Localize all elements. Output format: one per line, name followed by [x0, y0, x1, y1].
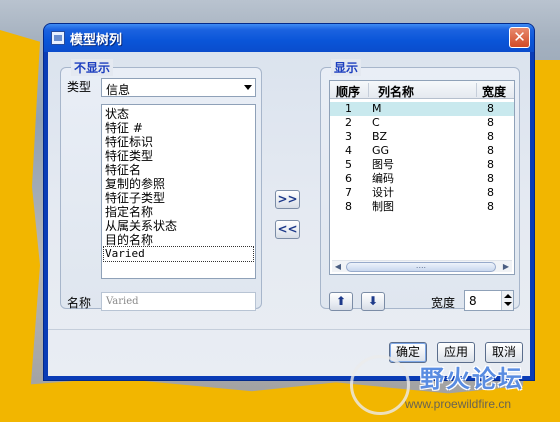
list-item[interactable]: 从属关系状态 — [105, 219, 177, 233]
cell-order: 6 — [345, 172, 352, 185]
list-item[interactable]: 特征标识 — [105, 135, 153, 149]
window-title: 模型树列 — [70, 33, 123, 48]
cell-width: 8 — [487, 144, 494, 157]
table-row[interactable]: 4 GG 8 — [330, 144, 514, 158]
list-item-selected[interactable]: Varied — [103, 246, 254, 262]
title-bar[interactable]: 模型树列 ✕ — [44, 24, 534, 52]
cell-width: 8 — [487, 186, 494, 199]
list-item[interactable]: 状态 — [105, 107, 129, 121]
name-field[interactable]: Varied — [101, 292, 256, 311]
shown-group-legend: 显示 — [331, 59, 362, 76]
watermark-url: www.proewildfire.cn — [405, 397, 512, 411]
close-icon: ✕ — [513, 28, 526, 46]
type-label: 类型 — [67, 80, 92, 94]
width-spinner-value: 8 — [469, 294, 477, 308]
name-label: 名称 — [67, 296, 92, 310]
add-column-button[interactable]: >> — [275, 190, 300, 209]
hidden-group-legend: 不显示 — [71, 59, 114, 76]
hidden-columns-group: 不显示 类型 信息 状态 特征 # 特征标识 特征类型 特征名 复制的参照 特征… — [60, 59, 262, 311]
table-row[interactable]: 6 编码 8 — [330, 172, 514, 186]
scroll-grip: .... — [415, 261, 427, 270]
close-button[interactable]: ✕ — [509, 27, 530, 48]
arrow-up-icon: ⬆ — [335, 294, 347, 308]
cell-width: 8 — [487, 200, 494, 213]
scrollbar-thumb[interactable]: .... — [346, 262, 496, 272]
table-header: 顺序 列名称 宽度 — [330, 81, 514, 99]
column-header-name[interactable]: 列名称 — [378, 83, 414, 100]
cell-order: 4 — [345, 144, 352, 157]
table-row[interactable]: 8 制图 8 — [330, 200, 514, 214]
column-divider[interactable] — [476, 83, 477, 97]
cell-order: 2 — [345, 116, 352, 129]
watermark-title: 野火论坛 — [420, 365, 524, 393]
arrow-down-icon: ⬇ — [367, 294, 379, 308]
spin-up-icon[interactable] — [504, 294, 512, 298]
cell-order: 7 — [345, 186, 352, 199]
cell-name: 设计 — [372, 186, 394, 199]
remove-column-button[interactable]: << — [275, 220, 300, 239]
table-row[interactable]: 3 BZ 8 — [330, 130, 514, 144]
move-down-button[interactable]: ⬇ — [361, 292, 385, 311]
separator — [48, 329, 530, 330]
cell-order: 3 — [345, 130, 352, 143]
chevron-right-icon[interactable]: ▶ — [501, 262, 511, 272]
type-select[interactable]: 信息 — [101, 78, 256, 97]
chevron-down-icon — [244, 85, 252, 90]
table-row[interactable]: 1 M 8 — [330, 102, 514, 116]
cell-name: BZ — [372, 130, 388, 143]
butterfly-logo-icon — [350, 355, 410, 415]
list-item[interactable]: 特征 # — [105, 121, 143, 135]
move-up-button[interactable]: ⬆ — [329, 292, 353, 311]
model-tree-columns-dialog: 模型树列 ✕ 不显示 类型 信息 状态 特征 # 特征标识 特征类型 特征名 复… — [44, 24, 534, 380]
shown-columns-group: 显示 顺序 列名称 宽度 1 M 8 2 C 8 3 BZ 8 4 GG 8 5… — [320, 59, 520, 311]
cell-name: M — [372, 102, 382, 115]
cell-order: 8 — [345, 200, 352, 213]
name-field-value: Varied — [106, 296, 139, 307]
cell-width: 8 — [487, 172, 494, 185]
horizontal-scrollbar[interactable]: ◀ .... ▶ — [332, 260, 512, 272]
table-row[interactable]: 2 C 8 — [330, 116, 514, 130]
cell-name: 制图 — [372, 200, 394, 213]
cell-name: C — [372, 116, 380, 129]
table-row[interactable]: 7 设计 8 — [330, 186, 514, 200]
shown-columns-table[interactable]: 顺序 列名称 宽度 1 M 8 2 C 8 3 BZ 8 4 GG 8 5 图号… — [329, 80, 515, 275]
list-item[interactable]: 特征子类型 — [105, 191, 165, 205]
cell-name: 编码 — [372, 172, 394, 185]
column-divider[interactable] — [368, 83, 369, 97]
list-item[interactable]: 特征名 — [105, 163, 141, 177]
cell-width: 8 — [487, 116, 494, 129]
chevron-left-icon[interactable]: ◀ — [333, 262, 343, 272]
list-item[interactable]: 指定名称 — [105, 205, 153, 219]
cell-name: GG — [372, 144, 390, 157]
column-header-order[interactable]: 顺序 — [336, 83, 360, 100]
type-select-value: 信息 — [106, 83, 131, 97]
cell-order: 1 — [345, 102, 352, 115]
cell-width: 8 — [487, 158, 494, 171]
cell-width: 8 — [487, 102, 494, 115]
window-icon — [51, 31, 65, 45]
width-spinner[interactable]: 8 — [464, 290, 514, 311]
table-row[interactable]: 5 图号 8 — [330, 158, 514, 172]
forum-watermark: 野火论坛 www.proewildfire.cn — [350, 355, 560, 422]
list-item[interactable]: 目的名称 — [105, 233, 153, 247]
column-header-width[interactable]: 宽度 — [482, 83, 506, 100]
list-item[interactable]: 特征类型 — [105, 149, 153, 163]
spin-down-icon[interactable] — [504, 302, 512, 306]
width-label: 宽度 — [431, 296, 456, 310]
list-item[interactable]: 复制的参照 — [105, 177, 165, 191]
cell-width: 8 — [487, 130, 494, 143]
spinner-buttons[interactable] — [501, 291, 513, 310]
cell-name: 图号 — [372, 158, 394, 171]
available-columns-list[interactable]: 状态 特征 # 特征标识 特征类型 特征名 复制的参照 特征子类型 指定名称 从… — [101, 104, 256, 279]
cell-order: 5 — [345, 158, 352, 171]
dialog-body: 不显示 类型 信息 状态 特征 # 特征标识 特征类型 特征名 复制的参照 特征… — [48, 52, 530, 376]
